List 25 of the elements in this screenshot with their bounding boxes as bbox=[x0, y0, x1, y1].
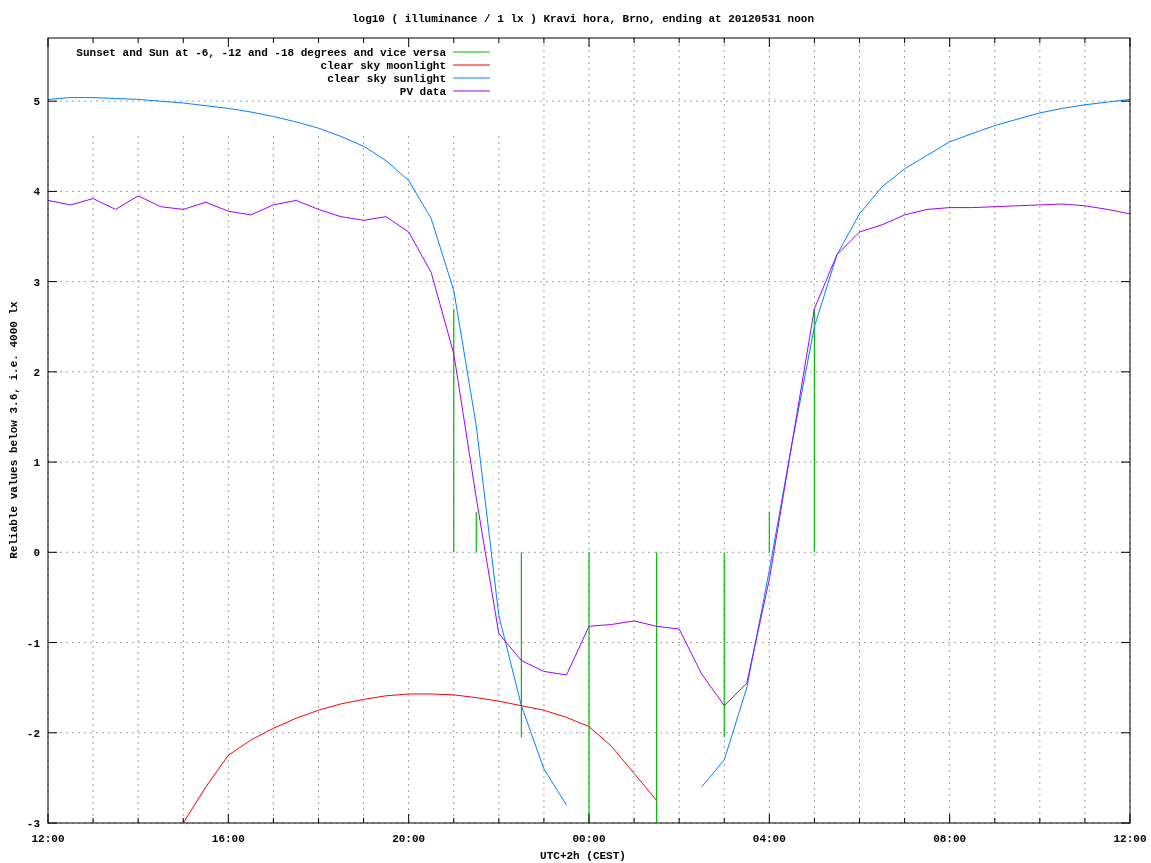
legend-label: PV data bbox=[399, 86, 446, 98]
tick-label: 5 bbox=[33, 96, 40, 109]
tick-label: 2 bbox=[33, 366, 40, 379]
legend-label: clear sky sunlight bbox=[327, 73, 446, 85]
tick-label: 3 bbox=[33, 276, 40, 289]
chart-title: log10 ( illuminance / 1 lx ) Kravi hora, Brno, ending at 20120531 noon bbox=[351, 13, 815, 25]
tick-label: 12:00 bbox=[31, 833, 65, 845]
tick-label: 0 bbox=[33, 547, 40, 560]
tick-label: 12:00 bbox=[1113, 833, 1147, 845]
tick-label: -3 bbox=[26, 818, 40, 830]
tick-label: 04:00 bbox=[752, 833, 786, 845]
tick-label: 08:00 bbox=[933, 833, 967, 845]
legend-label: clear sky moonlight bbox=[320, 60, 446, 72]
tick-label: -1 bbox=[26, 637, 40, 650]
axis-label: UTC+2h (CEST) bbox=[540, 850, 626, 862]
axis-label: Reliable values below 3.6, i.e. 4000 lx bbox=[8, 301, 20, 559]
tick-label: 4 bbox=[33, 186, 40, 199]
tick-label: -2 bbox=[26, 727, 40, 740]
tick-label: 16:00 bbox=[211, 833, 245, 845]
tick-label: 00:00 bbox=[572, 833, 606, 845]
tick-label: 1 bbox=[33, 457, 40, 470]
event-marker bbox=[768, 511, 770, 553]
legend-label: Sunset and Sun at -6, -12 and -18 degrees and vice versa bbox=[76, 47, 446, 59]
event-marker bbox=[475, 511, 477, 553]
tick-label: 20:00 bbox=[392, 833, 426, 845]
